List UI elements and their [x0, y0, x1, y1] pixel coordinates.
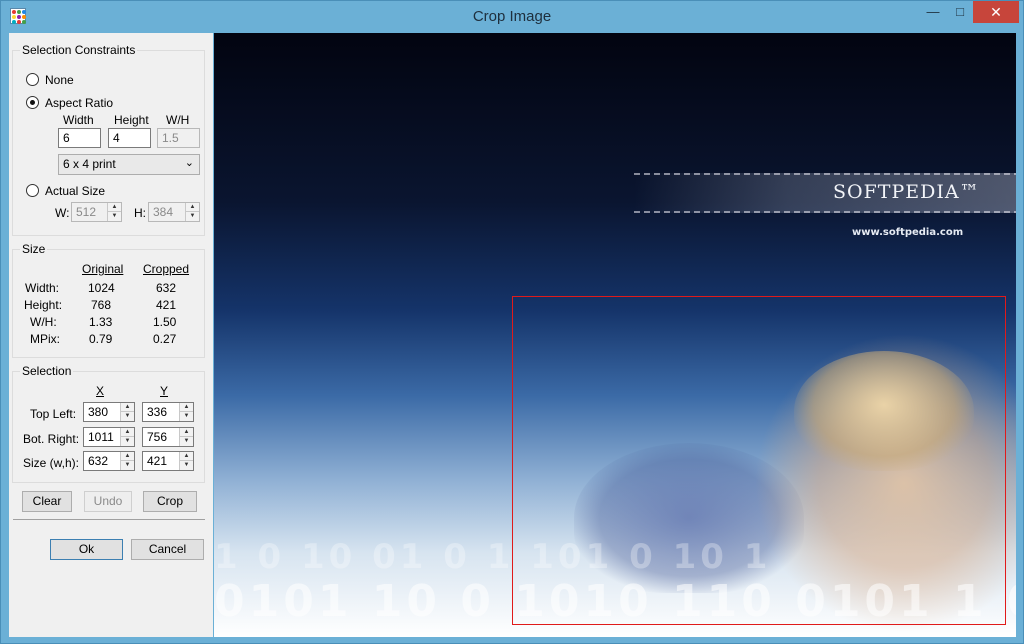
title-bar[interactable]: Crop Image — □ ✕: [1, 1, 1023, 32]
maximize-icon: □: [956, 4, 964, 19]
divider: [13, 519, 205, 520]
aspect-ratio-radio[interactable]: [26, 96, 39, 109]
aspect-preset-select[interactable]: 6 x 4 print ⌄: [58, 154, 200, 175]
aspect-ratio-label[interactable]: Aspect Ratio: [45, 96, 113, 110]
size-original-value: 1024: [88, 281, 115, 295]
top-left-y-value: 336: [147, 405, 168, 419]
width-column-label: Width: [63, 113, 94, 127]
y-column-header: Y: [160, 384, 169, 398]
spin-down-icon: ▼: [189, 213, 196, 219]
spin-up-icon: ▲: [186, 203, 199, 212]
ok-button[interactable]: Ok: [50, 539, 123, 560]
size-cropped-value: 0.27: [153, 332, 177, 346]
top-left-y-stepper[interactable]: 336 ▲ ▼: [142, 402, 194, 422]
spin-down-icon[interactable]: ▼: [121, 437, 134, 446]
spin-down-icon[interactable]: ▼: [180, 437, 193, 446]
window-title: Crop Image: [472, 8, 552, 25]
aspect-wh-field: 1.5: [157, 128, 200, 148]
size-w-stepper[interactable]: 632 ▲ ▼: [83, 451, 135, 471]
cropped-column-header: Cropped: [143, 262, 190, 276]
original-column-header: Original: [82, 262, 124, 276]
brand-url-text: www.softpedia.com: [852, 227, 964, 238]
size-cropped-value: 632: [156, 281, 177, 295]
spin-down-icon[interactable]: ▼: [121, 461, 134, 470]
left-panel: Selection Constraints None Aspect Ratio …: [9, 33, 213, 637]
actual-w-label: W:: [55, 206, 70, 220]
aspect-width-input[interactable]: 6: [58, 128, 101, 148]
size-group: Size Original Cropped Width: 1024 632 He…: [12, 242, 205, 358]
spin-down-icon: ▼: [111, 213, 118, 219]
wh-column-label: W/H: [166, 113, 190, 127]
maximize-button[interactable]: □: [947, 1, 973, 23]
spin-up-icon: ▲: [108, 203, 121, 212]
spin-down-icon[interactable]: ▼: [121, 412, 134, 421]
size-row-label: MPix:: [30, 332, 60, 346]
selection-row-label: Size (w,h):: [23, 456, 80, 470]
selection-row-label: Bot. Right:: [23, 432, 80, 446]
spin-up-icon[interactable]: ▲: [121, 428, 134, 437]
size-row-label: W/H:: [30, 315, 57, 329]
actual-w-stepper: 512 ▲ ▼: [71, 202, 122, 222]
close-icon: ✕: [990, 4, 1002, 20]
brand-logo-text: SOFTPEDIA™: [833, 181, 980, 203]
spin-up-icon[interactable]: ▲: [180, 452, 193, 461]
clear-button[interactable]: Clear: [22, 491, 72, 512]
image-canvas[interactable]: 1 0 10 01 0 1 101 0 10 1 0101 10 0 1010 …: [214, 33, 1016, 637]
selection-title: Selection: [20, 364, 74, 378]
cancel-button[interactable]: Cancel: [131, 539, 204, 560]
spin-down-icon[interactable]: ▼: [180, 412, 193, 421]
size-original-value: 1.33: [89, 315, 113, 329]
crop-button[interactable]: Crop: [143, 491, 197, 512]
spin-up-icon[interactable]: ▲: [121, 403, 134, 412]
size-h-value: 421: [147, 454, 168, 468]
size-original-value: 0.79: [89, 332, 113, 346]
actual-h-label: H:: [134, 206, 146, 220]
selection-row-label: Top Left:: [30, 407, 77, 421]
top-left-x-value: 380: [88, 405, 109, 419]
size-cropped-value: 421: [156, 298, 177, 312]
size-title: Size: [20, 242, 48, 256]
bottom-right-x-stepper[interactable]: 1011 ▲ ▼: [83, 427, 135, 447]
x-column-header: X: [96, 384, 105, 398]
none-radio[interactable]: [26, 73, 39, 86]
actual-size-radio[interactable]: [26, 184, 39, 197]
top-left-x-stepper[interactable]: 380 ▲ ▼: [83, 402, 135, 422]
size-w-value: 632: [88, 454, 109, 468]
actual-w-value: 512: [76, 205, 97, 219]
actual-h-stepper: 384 ▲ ▼: [148, 202, 200, 222]
bottom-right-y-value: 756: [147, 430, 168, 444]
crop-selection-rectangle[interactable]: [512, 296, 1006, 625]
selection-group: Selection X Y Top Left: 380 ▲ ▼ 336 ▲ ▼ Bo…: [12, 364, 205, 483]
minimize-icon: —: [926, 4, 940, 19]
size-h-stepper[interactable]: 421 ▲ ▼: [142, 451, 194, 471]
aspect-height-input[interactable]: 4: [108, 128, 151, 148]
spin-down-icon[interactable]: ▼: [180, 461, 193, 470]
spin-up-icon[interactable]: ▲: [180, 403, 193, 412]
none-label[interactable]: None: [45, 73, 74, 87]
height-column-label: Height: [114, 113, 149, 127]
spin-up-icon[interactable]: ▲: [180, 428, 193, 437]
size-row-label: Width:: [25, 281, 60, 295]
undo-button: Undo: [84, 491, 132, 512]
size-row-label: Height:: [24, 298, 63, 312]
actual-h-value: 384: [153, 205, 174, 219]
size-original-value: 768: [91, 298, 112, 312]
minimize-button[interactable]: —: [919, 1, 947, 23]
actual-size-label[interactable]: Actual Size: [45, 184, 105, 198]
bottom-right-x-value: 1011: [88, 430, 114, 444]
bottom-right-y-stepper[interactable]: 756 ▲ ▼: [142, 427, 194, 447]
selection-constraints-group: Selection Constraints None Aspect Ratio …: [12, 43, 205, 236]
close-button[interactable]: ✕: [973, 1, 1019, 23]
spin-up-icon[interactable]: ▲: [121, 452, 134, 461]
crop-image-window: Crop Image — □ ✕ Selection Constraints N…: [0, 0, 1024, 644]
selection-constraints-title: Selection Constraints: [20, 43, 138, 57]
aspect-preset-value: 6 x 4 print: [63, 157, 116, 171]
size-cropped-value: 1.50: [153, 315, 177, 329]
chevron-down-icon: ⌄: [184, 157, 194, 169]
